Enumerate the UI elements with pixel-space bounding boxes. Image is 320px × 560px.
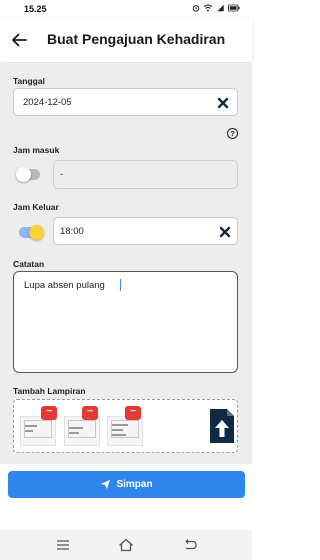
jam-masuk-field: - (53, 160, 238, 189)
alarm-icon (192, 5, 200, 12)
system-nav-bar (0, 530, 252, 560)
system-icons (192, 4, 240, 12)
thumbnail-frame (24, 420, 52, 438)
wifi-icon (203, 4, 213, 12)
jam-keluar-toggle[interactable] (19, 225, 44, 240)
delete-attachment-button[interactable]: − (82, 406, 98, 420)
page-title: Buat Pengajuan Kehadiran (47, 31, 226, 47)
thumbnail-line (69, 427, 83, 429)
tanggal-value: 2024-12-05 (23, 97, 72, 108)
thumbnail-line (112, 429, 123, 431)
delete-attachment-button[interactable]: − (125, 406, 141, 420)
thumbnail-line (112, 434, 126, 436)
thumbnail-line (69, 432, 79, 434)
attachment-area: − − − (13, 399, 238, 453)
app-bar: Buat Pengajuan Kehadiran (0, 18, 252, 62)
clear-time-icon[interactable] (218, 225, 232, 239)
catatan-value: Lupa absen pulang (24, 280, 105, 291)
thumbnail-line (25, 430, 33, 432)
tanggal-field[interactable]: 2024-12-05 (13, 88, 238, 116)
menu-icon[interactable] (55, 538, 71, 552)
clear-date-icon[interactable] (216, 96, 230, 110)
thumbnail-line (112, 424, 128, 426)
lampiran-label: Tambah Lampiran (13, 386, 86, 396)
battery-icon (228, 4, 240, 12)
tanggal-label: Tanggal (13, 76, 45, 86)
jam-keluar-label: Jam Keluar (13, 202, 59, 212)
back-arrow-icon[interactable] (10, 31, 28, 49)
toggle-knob (29, 225, 44, 240)
thumbnail-line (25, 425, 37, 427)
delete-attachment-button[interactable]: − (41, 406, 57, 420)
status-bar: 15.25 (0, 0, 252, 18)
back-nav-icon[interactable] (182, 538, 198, 552)
attachment-thumbnail[interactable] (20, 416, 56, 446)
toggle-knob (16, 167, 31, 182)
attachment-thumbnail[interactable] (107, 416, 143, 446)
text-caret (120, 279, 121, 291)
status-time: 15.25 (24, 4, 47, 14)
upload-file-icon[interactable] (208, 408, 236, 444)
catatan-label: Catatan (13, 259, 45, 269)
home-icon[interactable] (118, 538, 134, 552)
thumbnail-frame (68, 420, 96, 438)
jam-masuk-toggle[interactable] (16, 167, 40, 182)
jam-masuk-label: Jam masuk (13, 145, 60, 155)
jam-keluar-value: 18:00 (60, 226, 84, 237)
jam-masuk-value: - (60, 169, 64, 180)
jam-keluar-field[interactable]: 18:00 (53, 217, 238, 245)
signal-icon (217, 4, 224, 12)
save-button[interactable]: Simpan (8, 471, 245, 498)
send-icon (101, 479, 111, 490)
help-icon[interactable]: ? (227, 128, 238, 139)
catatan-textarea[interactable]: Lupa absen pulang (13, 271, 238, 373)
attachment-thumbnail[interactable] (64, 416, 100, 446)
save-button-label: Simpan (116, 479, 153, 490)
